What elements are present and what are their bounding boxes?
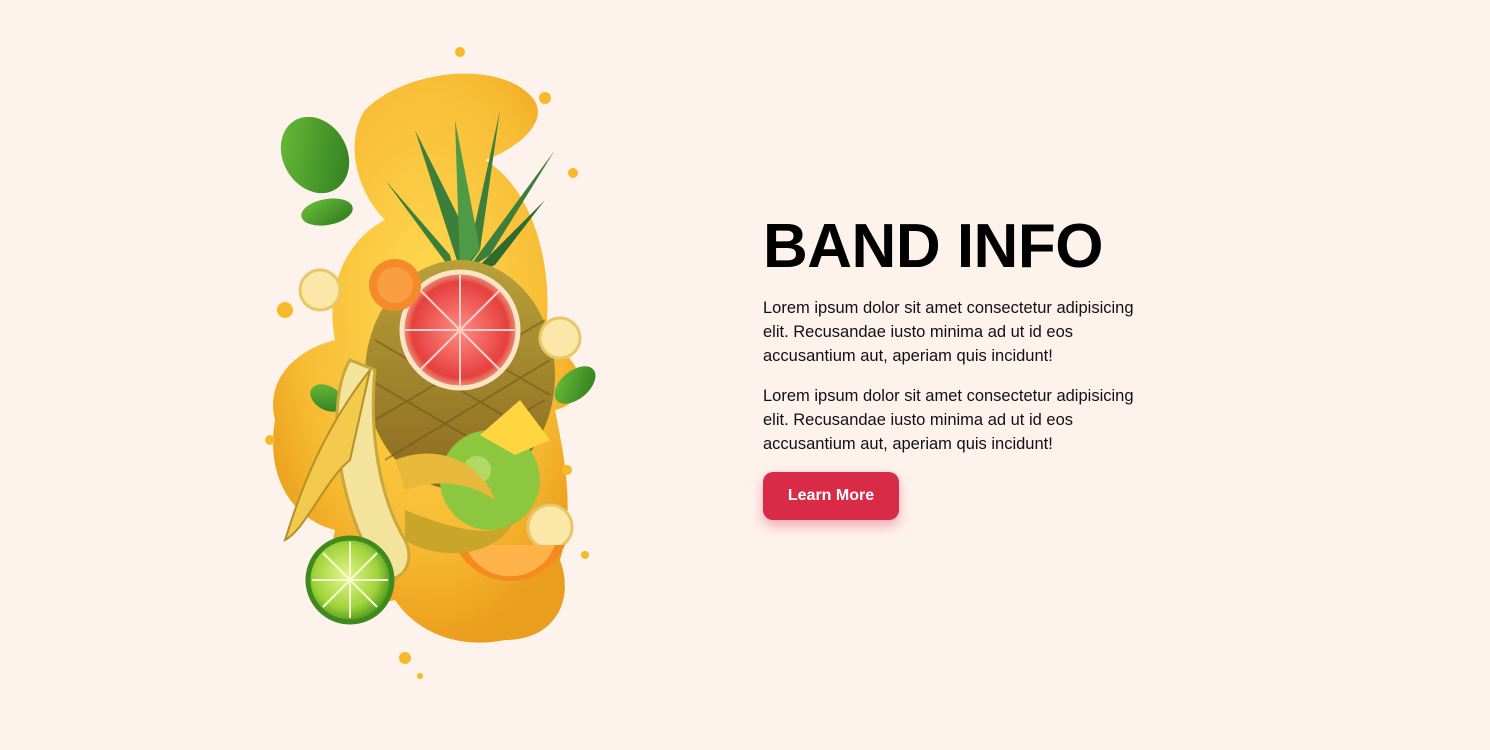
intro-paragraph: Lorem ipsum dolor sit amet consectetur a…: [763, 299, 1134, 365]
banana-slice: [538, 316, 582, 360]
page: BAND INFO Lorem ipsum dolor sit amet con…: [0, 0, 1490, 750]
hero-content: BAND INFO Lorem ipsum dolor sit amet con…: [763, 212, 1163, 520]
banana-slice: [526, 503, 574, 551]
banana-slice: [298, 268, 342, 312]
page-title: BAND INFO: [763, 212, 1103, 281]
fruit-splash-illustration: [265, 47, 596, 679]
learn-more-button[interactable]: Learn More: [763, 472, 899, 520]
leaf-icon: [301, 198, 353, 226]
intro-paragraph: Lorem ipsum dolor sit amet consectetur a…: [763, 387, 1134, 453]
leaf-icon: [280, 116, 350, 194]
